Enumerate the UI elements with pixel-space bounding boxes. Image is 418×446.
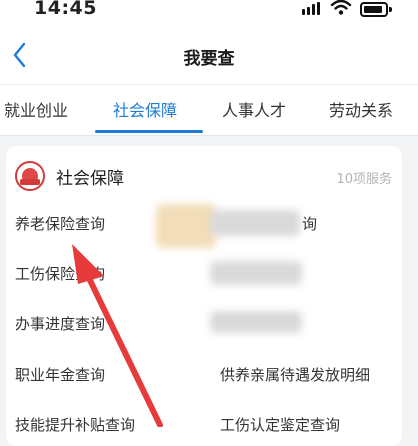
category-tabs: 就业创业 社会保障 人事人才 劳动关系 — [0, 84, 418, 136]
item-work-injury-appraisal-query[interactable]: 工伤认定鉴定查询 — [220, 414, 340, 435]
item-occupational-annuity-query[interactable]: 职业年金查询 — [15, 364, 105, 385]
tab-social-security[interactable]: 社会保障 — [113, 97, 177, 121]
blurred-region — [210, 210, 300, 236]
status-time: 14:45 — [34, 0, 97, 19]
card-title: 社会保障 — [56, 169, 124, 189]
blurred-region — [210, 311, 302, 333]
blurred-region — [210, 261, 302, 285]
navigation-bar: 我要查 — [0, 22, 418, 84]
active-tab-indicator — [95, 130, 203, 133]
status-icons — [300, 0, 410, 18]
wifi-icon — [330, 0, 352, 15]
service-count: 10项服务 — [336, 172, 392, 187]
tab-personnel-talent[interactable]: 人事人才 — [222, 97, 286, 121]
tab-employment[interactable]: 就业创业 — [4, 97, 68, 121]
item-work-injury-query[interactable]: 工伤保险查询 — [15, 263, 105, 284]
blurred-region — [156, 204, 216, 248]
item-pension-query[interactable]: 养老保险查询 — [15, 213, 105, 234]
battery-icon — [360, 2, 388, 17]
item-progress-query[interactable]: 办事进度查询 — [15, 313, 105, 334]
tab-labor-relations[interactable]: 劳动关系 — [329, 97, 393, 121]
social-security-logo-icon — [15, 161, 45, 191]
item-skill-subsidy-query[interactable]: 技能提升补贴查询 — [15, 414, 135, 435]
item-right-query-1[interactable]: 询 — [302, 213, 317, 234]
page-title: 我要查 — [183, 49, 235, 69]
status-bar: 14:45 — [0, 0, 418, 22]
item-dependent-benefits-detail[interactable]: 供养亲属待遇发放明细 — [220, 364, 370, 385]
service-card: 社会保障 10项服务 养老保险查询 工伤保险查询 办事进度查询 职业年金查询 技… — [6, 146, 402, 446]
card-header: 社会保障 10项服务 — [6, 146, 402, 202]
